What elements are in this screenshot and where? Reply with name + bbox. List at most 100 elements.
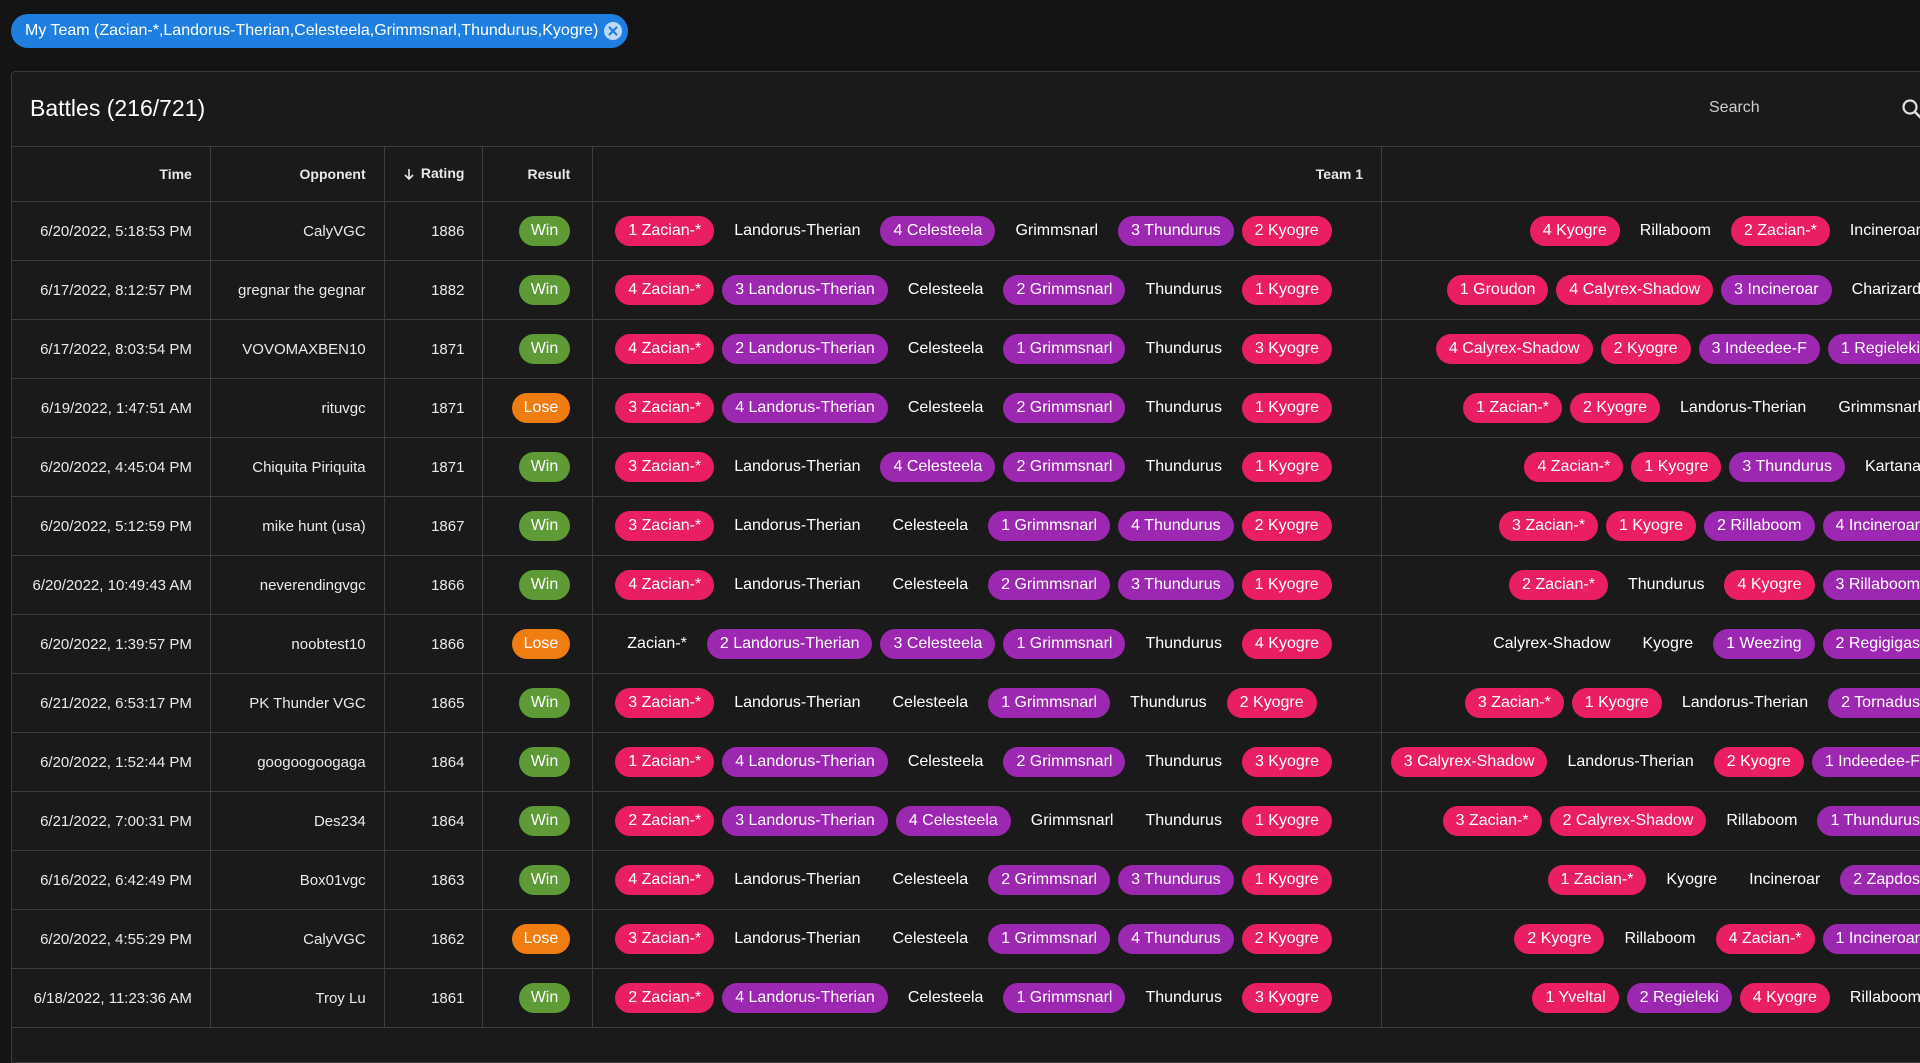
pokemon-chip: 3 Thundurus xyxy=(1118,570,1234,600)
pokemon-chip: 1 Kyogre xyxy=(1242,275,1332,305)
pokemon-chip: Thundurus xyxy=(1118,688,1219,718)
pokemon-chip: 4 Celesteela xyxy=(880,452,995,482)
team1-cell: 2 Zacian-*3 Landorus-Therian4 Celesteela… xyxy=(593,792,1382,851)
column-header-rating[interactable]: Rating xyxy=(384,147,483,202)
pokemon-chip: 1 Incineroar xyxy=(1823,924,1920,954)
search-icon[interactable] xyxy=(1900,97,1920,121)
pokemon-chip: Celesteela xyxy=(896,275,996,305)
team1-pokemon-list: 4 Zacian-*3 Landorus-TherianCelesteela2 … xyxy=(593,261,1381,319)
team2-pokemon-list: 3 Calyrex-ShadowLandorus-Therian2 Kyogre… xyxy=(1382,733,1920,791)
pokemon-chip: Landorus-Therian xyxy=(722,216,872,246)
pokemon-chip: 2 Grimmsnarl xyxy=(1003,393,1125,423)
team2-pokemon-list: 1 Yveltal2 Regieleki4 KyogreRillaboom xyxy=(1382,969,1920,1027)
opponent-name: Box01vgc xyxy=(210,851,384,910)
pokemon-chip: Grimmsnarl xyxy=(1003,216,1110,246)
battle-time: 6/17/2022, 8:03:54 PM xyxy=(12,320,210,379)
pokemon-chip: 4 Thundurus xyxy=(1118,511,1234,541)
result-cell: Lose xyxy=(483,615,593,674)
team1-cell: 4 Zacian-*Landorus-TherianCelesteela2 Gr… xyxy=(593,851,1382,910)
column-header-opponent[interactable]: Opponent xyxy=(210,147,384,202)
rating-value: 1882 xyxy=(384,261,483,320)
team2-cell: 2 KyogreRillaboom4 Zacian-*1 Incineroar xyxy=(1382,910,1920,969)
pokemon-chip: Landorus-Therian xyxy=(722,688,872,718)
pokemon-chip: 2 Kyogre xyxy=(1242,511,1332,541)
pokemon-chip: 4 Landorus-Therian xyxy=(722,983,888,1013)
pokemon-chip: 2 Calyrex-Shadow xyxy=(1550,806,1707,836)
pokemon-chip: Kartana xyxy=(1853,452,1920,482)
pokemon-chip: 3 Thundurus xyxy=(1118,865,1234,895)
opponent-name: CalyVGC xyxy=(210,202,384,261)
battle-time: 6/19/2022, 1:47:51 AM xyxy=(12,379,210,438)
rating-value: 1866 xyxy=(384,615,483,674)
team1-cell: 3 Zacian-*Landorus-TherianCelesteela1 Gr… xyxy=(593,497,1382,556)
team2-cell: 4 Calyrex-Shadow2 Kyogre3 Indeedee-F1 Re… xyxy=(1382,320,1920,379)
table-row[interactable]: 6/19/2022, 1:47:51 AMrituvgc1871Lose3 Za… xyxy=(12,379,1920,438)
pokemon-chip: 1 Grimmsnarl xyxy=(1003,983,1125,1013)
team1-pokemon-list: 2 Zacian-*3 Landorus-Therian4 Celesteela… xyxy=(593,792,1381,850)
close-icon[interactable] xyxy=(602,20,624,42)
pokemon-chip: 2 Landorus-Therian xyxy=(722,334,888,364)
team-filter-chip[interactable]: My Team (Zacian-*,Landorus-Therian,Celes… xyxy=(11,14,628,48)
result-cell: Win xyxy=(483,674,593,733)
team1-pokemon-list: 1 Zacian-*Landorus-Therian4 CelesteelaGr… xyxy=(593,202,1381,260)
result-badge: Win xyxy=(519,688,571,718)
table-row[interactable]: 6/17/2022, 8:12:57 PMgregnar the gegnar1… xyxy=(12,261,1920,320)
table-row[interactable]: 6/16/2022, 6:42:49 PMBox01vgc1863 Win 4 Za… xyxy=(12,851,1920,910)
team2-cell: 1 Yveltal2 Regieleki4 KyogreRillaboom xyxy=(1382,969,1920,1028)
column-header-result[interactable]: Result xyxy=(483,147,593,202)
team1-cell: 3 Zacian-*Landorus-TherianCelesteela1 Gr… xyxy=(593,674,1382,733)
table-row[interactable]: 6/17/2022, 8:03:54 PMVOVOMAXBEN101871Win… xyxy=(12,320,1920,379)
table-row[interactable]: 6/20/2022, 5:12:59 PMmike hunt (usa)1867… xyxy=(12,497,1920,556)
pokemon-chip: Rillaboom xyxy=(1628,216,1723,246)
table-row[interactable]: 6/20/2022, 4:55:29 PMCalyVGC1862Lose3 Za… xyxy=(12,910,1920,969)
pokemon-chip: Grimmsnarl xyxy=(1019,806,1126,836)
result-badge: Win xyxy=(519,216,571,246)
result-badge: Win xyxy=(519,865,571,895)
pokemon-chip: 2 Grimmsnarl xyxy=(1003,452,1125,482)
table-row[interactable]: 6/21/2022, 6:53:17 PMPK Thunder VGC1865W… xyxy=(12,674,1920,733)
pokemon-chip: 4 Landorus-Therian xyxy=(722,747,888,777)
table-row[interactable]: 6/20/2022, 1:39:57 PMnoobtest101866LoseZ… xyxy=(12,615,1920,674)
pokemon-chip: 1 Zacian-* xyxy=(615,216,714,246)
pokemon-chip: Kyogre xyxy=(1630,629,1705,659)
table-row[interactable]: 6/20/2022, 5:18:53 PMCalyVGC1886Win1 Zac… xyxy=(12,202,1920,261)
table-row[interactable]: 6/18/2022, 11:23:36 AMTroy Lu1861Win2 Za… xyxy=(12,969,1920,1028)
pokemon-chip: 2 Regieleki xyxy=(1627,983,1732,1013)
pokemon-chip: 4 Landorus-Therian xyxy=(722,393,888,423)
pokemon-chip: 4 Zacian-* xyxy=(1524,452,1623,482)
table-row[interactable]: 6/20/2022, 1:52:44 PMgoogoogoogaga1864Wi… xyxy=(12,733,1920,792)
rating-value: 1862 xyxy=(384,910,483,969)
opponent-name: CalyVGC xyxy=(210,910,384,969)
table-row[interactable]: 6/20/2022, 4:45:04 PMChiquita Piriquita1… xyxy=(12,438,1920,497)
team2-cell: 3 Zacian-*2 Calyrex-ShadowRillaboom1 Thu… xyxy=(1382,792,1920,851)
pokemon-chip: 2 Kyogre xyxy=(1227,688,1317,718)
pokemon-chip: 1 Kyogre xyxy=(1572,688,1662,718)
team2-pokemon-list: 3 Zacian-*2 Calyrex-ShadowRillaboom1 Thu… xyxy=(1382,792,1920,850)
result-cell: Win xyxy=(483,438,593,497)
rating-value: 1863 xyxy=(384,851,483,910)
pokemon-chip: 3 Kyogre xyxy=(1242,983,1332,1013)
pokemon-chip: 2 Zacian-* xyxy=(1509,570,1608,600)
pokemon-chip: 1 Thundurus xyxy=(1817,806,1920,836)
column-header-team1[interactable]: Team 1 xyxy=(593,147,1382,202)
team1-cell: 3 Zacian-*Landorus-TherianCelesteela1 Gr… xyxy=(593,910,1382,969)
search-input[interactable]: Search xyxy=(1709,99,1760,117)
pokemon-chip: Celesteela xyxy=(896,334,996,364)
column-header-team2[interactable] xyxy=(1382,147,1920,202)
column-header-time[interactable]: Time xyxy=(12,147,210,202)
pokemon-chip: 1 Groudon xyxy=(1447,275,1549,305)
battle-time: 6/16/2022, 6:42:49 PM xyxy=(12,851,210,910)
team1-cell: 3 Zacian-*4 Landorus-TherianCelesteela2 … xyxy=(593,379,1382,438)
result-cell: Win xyxy=(483,733,593,792)
pokemon-chip: Thundurus xyxy=(1133,452,1234,482)
pokemon-chip: Thundurus xyxy=(1133,334,1234,364)
table-row[interactable]: 6/20/2022, 10:49:43 AMneverendingvgc1866… xyxy=(12,556,1920,615)
team1-pokemon-list: 3 Zacian-*4 Landorus-TherianCelesteela2 … xyxy=(593,379,1381,437)
pokemon-chip: 3 Landorus-Therian xyxy=(722,806,888,836)
result-badge: Win xyxy=(519,275,571,305)
pokemon-chip: Celesteela xyxy=(880,865,980,895)
pokemon-chip: 2 Landorus-Therian xyxy=(707,629,873,659)
table-row[interactable]: 6/21/2022, 7:00:31 PMDes2341864Win2 Zaci… xyxy=(12,792,1920,851)
battle-time: 6/20/2022, 1:52:44 PM xyxy=(12,733,210,792)
team2-pokemon-list: 1 Groudon4 Calyrex-Shadow3 IncineroarCha… xyxy=(1382,261,1920,319)
